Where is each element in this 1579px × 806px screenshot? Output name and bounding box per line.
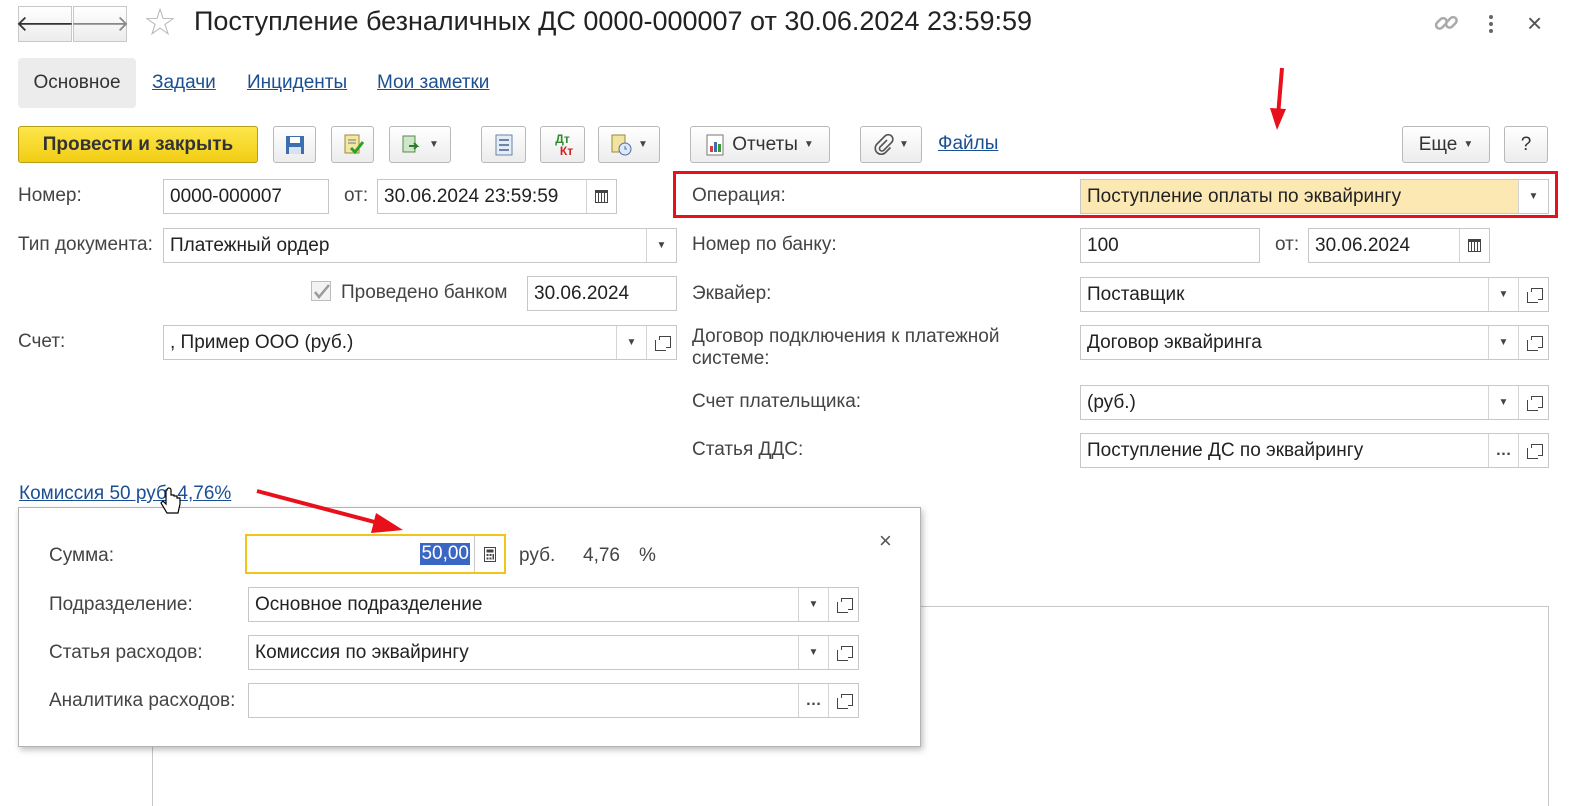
down-arrow-annotation <box>1270 67 1286 130</box>
hand-cursor-icon <box>160 487 181 514</box>
annotation-arrows <box>160 67 1286 533</box>
right-arrow-annotation <box>256 489 403 533</box>
